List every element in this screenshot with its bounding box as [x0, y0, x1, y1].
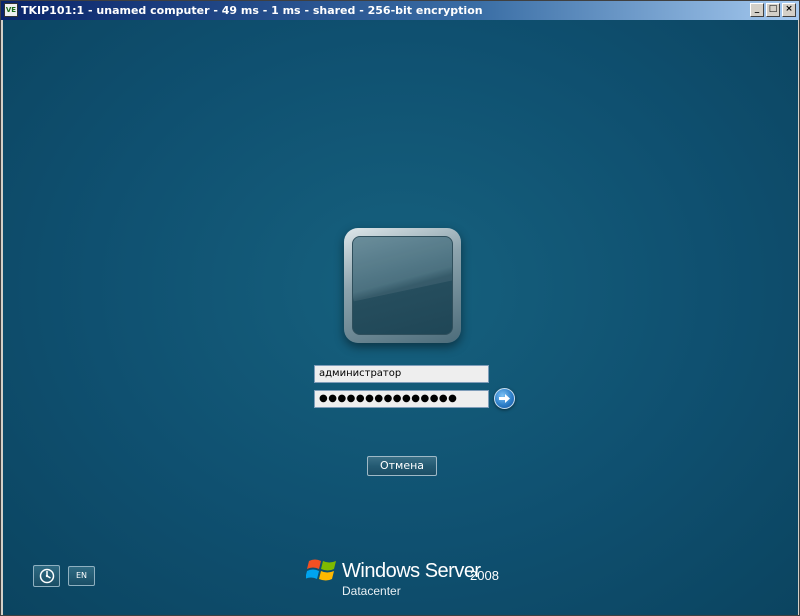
- brand-name: Windows Server: [342, 560, 481, 582]
- window-controls: _ □ ×: [750, 3, 796, 17]
- brand-edition: Datacenter: [342, 584, 401, 598]
- minimize-button[interactable]: _: [750, 3, 764, 17]
- username-input[interactable]: администратор: [314, 365, 489, 383]
- ease-of-access-icon: [39, 568, 55, 584]
- title-bar[interactable]: VE TKIP101:1 - unamed computer - 49 ms -…: [1, 1, 799, 20]
- cancel-button[interactable]: Отмена: [367, 456, 437, 476]
- app-icon[interactable]: VE: [4, 3, 18, 17]
- submit-arrow-button[interactable]: [494, 388, 515, 409]
- user-avatar-icon: [352, 236, 453, 335]
- user-avatar-frame: [344, 228, 461, 343]
- ease-of-access-button[interactable]: [33, 565, 60, 587]
- vnc-window: VE TKIP101:1 - unamed computer - 49 ms -…: [0, 0, 800, 616]
- language-button[interactable]: EN: [68, 566, 95, 586]
- arrow-right-icon: [499, 394, 510, 403]
- windows-flag-icon: [306, 559, 336, 581]
- maximize-button[interactable]: □: [766, 3, 780, 17]
- password-input[interactable]: ●●●●●●●●●●●●●●●: [314, 390, 489, 408]
- close-button[interactable]: ×: [782, 3, 796, 17]
- brand-version: 2008: [470, 568, 499, 583]
- login-screen: администратор ●●●●●●●●●●●●●●● Отмена EN: [3, 20, 798, 615]
- windows-server-logo: Windows Server 2008 Datacenter: [306, 555, 506, 605]
- window-title: TKIP101:1 - unamed computer - 49 ms - 1 …: [21, 4, 483, 17]
